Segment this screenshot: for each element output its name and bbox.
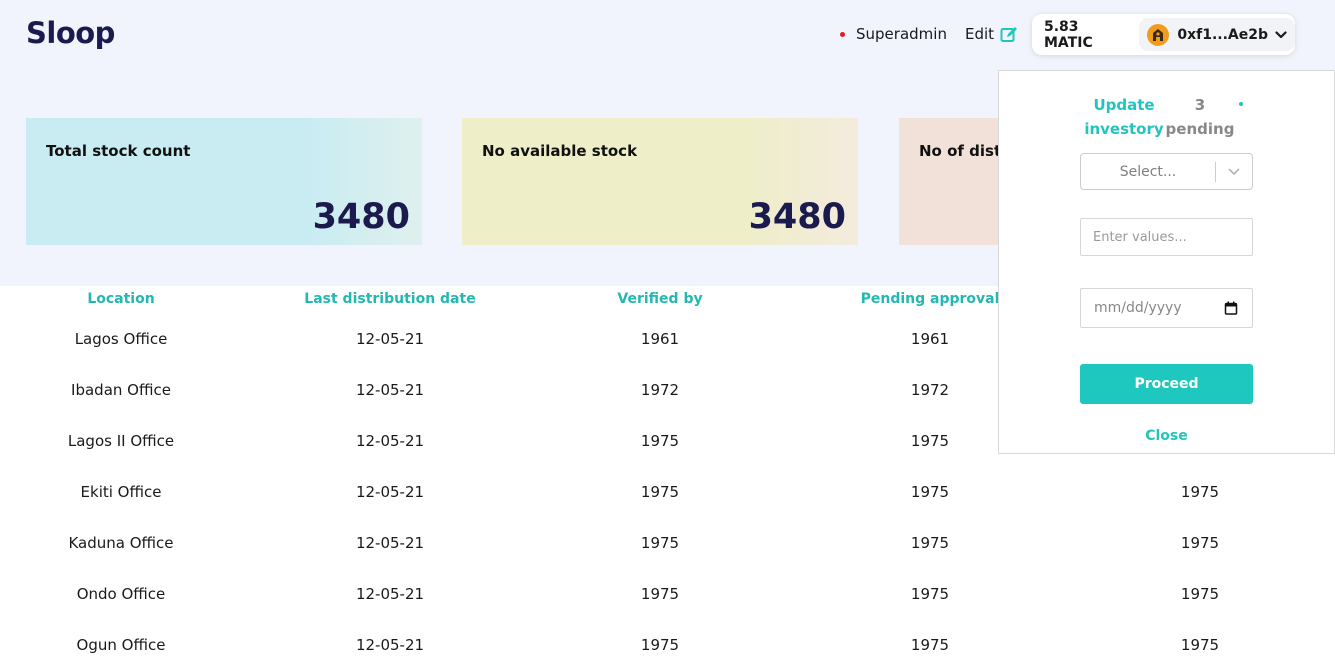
update-inventory-panel: Update investory 3 pending Select... mm/… (998, 70, 1335, 454)
cell-date: 12-05-21 (355, 330, 425, 348)
edit-label: Edit (965, 25, 995, 43)
column-header-location[interactable]: Location (21, 291, 221, 307)
select-placeholder: Select... (1119, 163, 1177, 180)
wallet-address: 0xf1...Ae2b (1177, 26, 1268, 43)
cell-date: 12-05-21 (355, 585, 425, 603)
values-input[interactable] (1080, 218, 1253, 256)
stat-value: 3480 (312, 197, 410, 237)
date-input[interactable]: mm/dd/yyyy (1080, 288, 1253, 328)
edit-icon (1000, 26, 1018, 42)
cell-verified: 1975 (640, 534, 680, 552)
cell-verified: 1975 (640, 636, 680, 654)
cell-verified: 1961 (640, 330, 680, 348)
cell-location: Ogun Office (76, 636, 166, 654)
cell-location: Kaduna Office (68, 534, 174, 552)
cell-pending: 1975 (910, 636, 950, 654)
cell-date: 12-05-21 (355, 432, 425, 450)
cell-extra: 1975 (1180, 483, 1220, 501)
date-placeholder: mm/dd/yyyy (1094, 300, 1182, 316)
role-status-dot (840, 31, 845, 37)
cell-location: Lagos II Office (67, 432, 175, 450)
cell-verified: 1975 (640, 585, 680, 603)
stat-label: No available stock (482, 142, 638, 160)
column-header-date[interactable]: Last distribution date (280, 291, 500, 307)
cell-extra: 1975 (1180, 534, 1220, 552)
chevron-down-icon (1275, 30, 1287, 38)
cell-pending: 1975 (910, 483, 950, 501)
account-button[interactable]: 0xf1...Ae2b (1139, 18, 1295, 51)
app-logo[interactable]: Sloop (26, 16, 115, 50)
stat-value: 3480 (748, 197, 846, 237)
account-avatar-icon (1147, 23, 1170, 46)
proceed-button[interactable]: Proceed (1080, 364, 1253, 404)
cell-verified: 1975 (640, 483, 680, 501)
item-select[interactable]: Select... (1080, 153, 1253, 190)
cell-verified: 1975 (640, 432, 680, 450)
cell-date: 12-05-21 (355, 483, 425, 501)
column-header-verified[interactable]: Verified by (560, 291, 760, 307)
cell-location: Ibadan Office (71, 381, 171, 399)
stat-card-available-stock: No available stock 3480 (462, 118, 858, 245)
user-role: Superadmin (840, 25, 947, 43)
cell-verified: 1972 (640, 381, 680, 399)
cell-date: 12-05-21 (355, 381, 425, 399)
cell-pending: 1975 (910, 585, 950, 603)
stat-card-total-stock: Total stock count 3480 (26, 118, 422, 245)
chevron-down-icon (1216, 168, 1252, 176)
cell-pending: 1975 (910, 534, 950, 552)
close-button[interactable]: Close (1080, 428, 1253, 444)
wallet-balance: 5.83 MATIC (1044, 18, 1093, 51)
cell-extra: 1975 (1180, 585, 1220, 603)
cell-location: Ondo Office (76, 585, 166, 603)
tab-pending[interactable]: 3 pending (1161, 93, 1239, 141)
role-label: Superadmin (856, 25, 947, 43)
calendar-icon[interactable] (1224, 301, 1238, 315)
cell-extra: 1975 (1180, 636, 1220, 654)
cell-date: 12-05-21 (355, 534, 425, 552)
stat-label: Total stock count (46, 142, 191, 160)
cell-date: 12-05-21 (355, 636, 425, 654)
tab-update-inventory[interactable]: Update investory (1081, 93, 1167, 141)
cell-location: Ekiti Office (80, 483, 162, 501)
edit-button[interactable]: Edit (965, 25, 1018, 43)
pending-indicator-dot (1239, 92, 1245, 106)
cell-location: Lagos Office (74, 330, 168, 348)
wallet-widget: 5.83 MATIC 0xf1...Ae2b (1032, 14, 1295, 55)
